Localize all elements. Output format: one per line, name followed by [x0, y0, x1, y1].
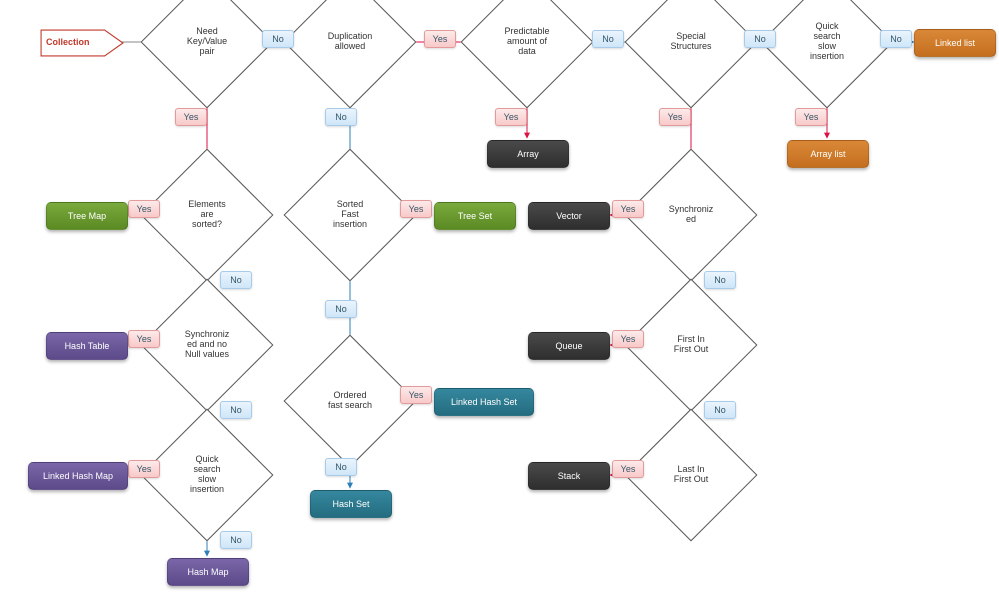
edge-yes: Yes	[659, 108, 691, 126]
edge-yes: Yes	[128, 460, 160, 478]
edge-no: No	[325, 300, 357, 318]
edge-no: No	[325, 458, 357, 476]
edge-yes: Yes	[128, 200, 160, 218]
decision-fifo: First InFirst Out	[644, 298, 738, 392]
connectors	[0, 0, 999, 603]
edge-no: No	[262, 30, 294, 48]
result-stack: Stack	[528, 462, 610, 490]
decision-quick-search-r: Quicksearchslowinsertion	[780, 0, 874, 89]
result-hash-map: Hash Map	[167, 558, 249, 586]
decision-predictable: Predictableamount ofdata	[480, 0, 574, 89]
edge-yes: Yes	[400, 200, 432, 218]
edge-yes: Yes	[424, 30, 456, 48]
decision-ordered-fast: Orderedfast search	[303, 354, 397, 448]
edge-no: No	[220, 271, 252, 289]
result-array-list: Array list	[787, 140, 869, 168]
result-tree-set: Tree Set	[434, 202, 516, 230]
edge-no: No	[220, 531, 252, 549]
edge-no: No	[704, 401, 736, 419]
result-tree-map: Tree Map	[46, 202, 128, 230]
result-queue: Queue	[528, 332, 610, 360]
result-linked-list: Linked list	[914, 29, 996, 57]
decision-quick-search-l: Quicksearchslowinsertion	[160, 428, 254, 522]
edge-no: No	[325, 108, 357, 126]
edge-yes: Yes	[612, 200, 644, 218]
decision-elements-sorted: Elementsaresorted?	[160, 168, 254, 262]
decision-duplication: Duplicationallowed	[303, 0, 397, 89]
edge-no: No	[592, 30, 624, 48]
edge-yes: Yes	[612, 330, 644, 348]
edge-yes: Yes	[400, 386, 432, 404]
result-linked-hash-map: Linked Hash Map	[28, 462, 128, 490]
decision-key-value: NeedKey/Valuepair	[160, 0, 254, 89]
result-vector: Vector	[528, 202, 610, 230]
decision-special: SpecialStructures	[644, 0, 738, 89]
edge-no: No	[704, 271, 736, 289]
decision-sorted-fast-ins: SortedFastinsertion	[303, 168, 397, 262]
result-hash-table: Hash Table	[46, 332, 128, 360]
start-terminal: Collection	[40, 29, 124, 55]
edge-yes: Yes	[495, 108, 527, 126]
start-label: Collection	[46, 37, 90, 47]
edge-no: No	[744, 30, 776, 48]
decision-sync-no-null: Synchronized and noNull values	[160, 298, 254, 392]
decision-lifo: Last InFirst Out	[644, 428, 738, 522]
edge-yes: Yes	[612, 460, 644, 478]
edge-no: No	[220, 401, 252, 419]
decision-synchronized: Synchronized	[644, 168, 738, 262]
edge-no: No	[880, 30, 912, 48]
result-hash-set: Hash Set	[310, 490, 392, 518]
result-linked-hash-set: Linked Hash Set	[434, 388, 534, 416]
edge-yes: Yes	[175, 108, 207, 126]
edge-yes: Yes	[795, 108, 827, 126]
edge-yes: Yes	[128, 330, 160, 348]
result-array: Array	[487, 140, 569, 168]
